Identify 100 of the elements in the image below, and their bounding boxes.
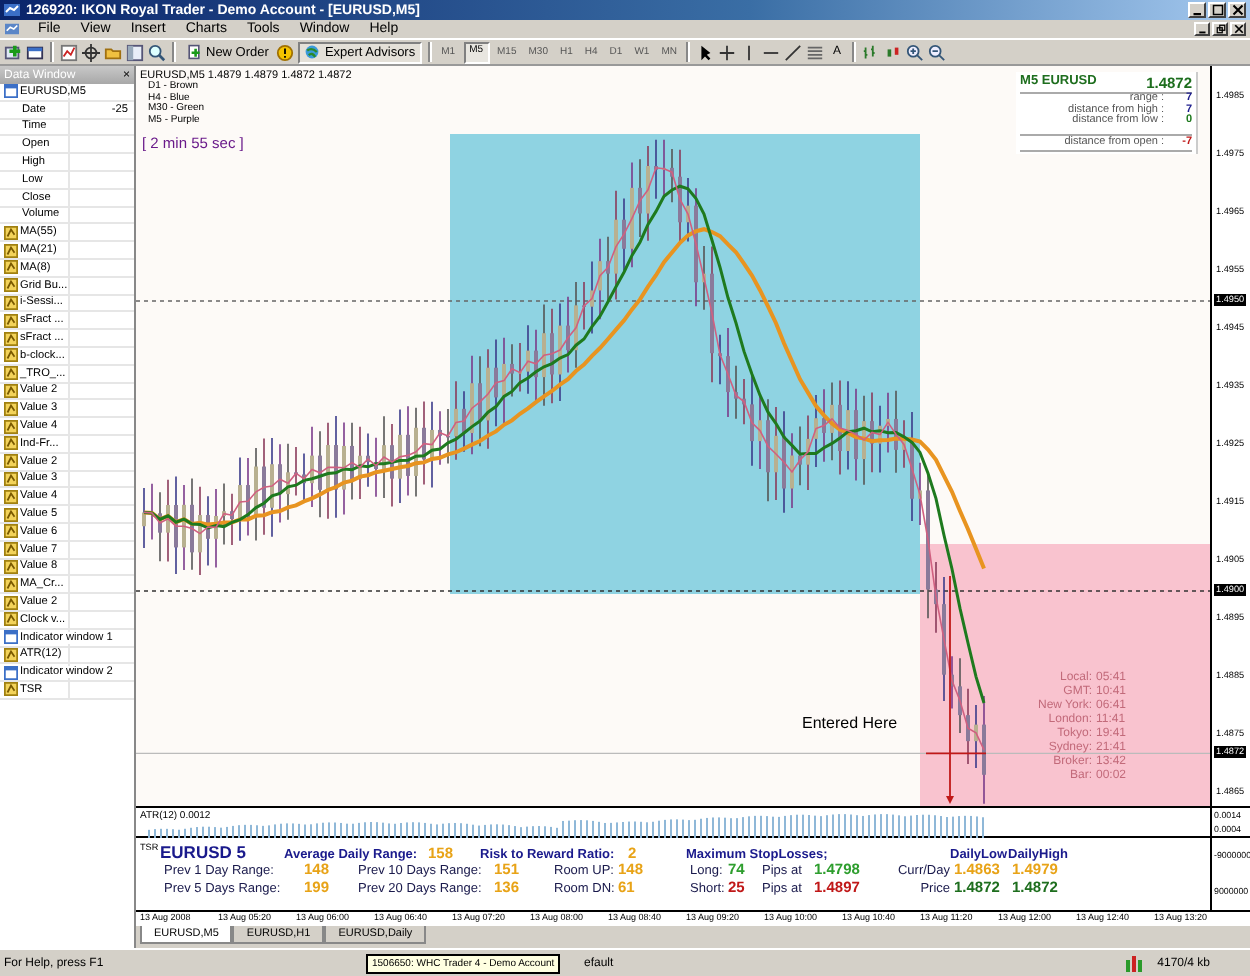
candlestick [966,687,970,765]
candlestick [734,364,738,420]
candlestick [454,380,458,461]
candlestick [350,421,354,501]
candlestick [294,446,298,497]
candlestick [422,400,426,486]
lines-icon[interactable] [806,43,825,61]
candlestick [806,414,810,491]
candlestick [222,482,226,546]
candlestick [686,177,690,243]
indicator-icon [4,682,18,697]
candlestick [246,457,250,537]
candlestick [166,478,170,563]
indicator-icon [4,401,18,416]
candlestick [878,404,882,474]
candlestick [438,410,442,466]
candlestick [574,281,578,369]
chart-icon[interactable] [4,22,20,36]
crosshair-icon[interactable] [718,43,737,61]
panel-title: EURUSD 5 [160,841,248,862]
candlestick [526,324,530,395]
warning-icon[interactable] [276,43,295,61]
minimize-button[interactable] [1194,22,1210,36]
close-button[interactable] [1228,2,1246,18]
candlestick [270,437,274,538]
crosshair-icon[interactable] [82,43,100,61]
zoom-in-icon[interactable] [905,43,923,61]
candlestick [446,408,450,465]
candlestick [886,392,890,454]
candlestick [582,281,586,331]
candlestick [934,561,938,634]
maximize-button[interactable] [1208,2,1226,18]
candlestick [670,148,674,203]
close-icon [1231,4,1243,16]
restore-button[interactable] [1212,22,1228,36]
candlestick [798,425,802,487]
candlestick [174,475,178,575]
candlestick [542,303,546,407]
candlestick [950,655,954,710]
candlestick [742,378,746,426]
candlestick [958,657,962,734]
candlestick [470,354,474,456]
candlestick [366,432,370,488]
candlestick [758,393,762,470]
plus-icon[interactable] [4,43,22,61]
candlestick [374,436,378,498]
minimize-button[interactable] [1188,2,1206,18]
candlestick [654,139,658,200]
candlestick [494,338,498,428]
candlestick [558,302,562,402]
indicator-icon [4,612,18,627]
close-button[interactable] [1230,22,1246,36]
candlestick [606,236,610,303]
candlestick [430,400,434,489]
bar-chart-icon[interactable] [861,43,879,61]
candlestick [678,149,682,244]
maximize-icon [1211,4,1223,16]
candlestick [478,355,482,447]
trend-line-icon[interactable] [784,43,803,61]
candlestick [774,406,778,501]
candlestick [254,447,258,542]
panel-icon[interactable] [126,43,144,61]
candlestick [286,442,290,521]
indicator-icon [4,647,18,662]
candlestick [142,487,146,549]
candlestick [846,380,850,471]
candlestick [406,405,410,497]
candle-chart-icon[interactable] [883,43,901,61]
chart-icon[interactable] [60,43,78,61]
candlestick [182,484,186,571]
candlestick [206,495,210,567]
document-plus-icon [186,44,202,60]
candlestick [238,456,242,542]
window-icon[interactable] [26,43,44,61]
candlestick [590,260,594,335]
candlestick [702,245,706,311]
magnifier-icon[interactable] [148,43,166,61]
candlestick [646,145,650,242]
candlestick [710,245,714,383]
candlestick [382,415,386,499]
candlestick [862,395,866,486]
candlestick [902,419,906,469]
annotation-text: Entered Here [802,714,898,732]
candlestick [550,307,554,404]
candlestick [310,425,314,508]
indicator-icon [4,489,18,504]
cursor-icon[interactable] [696,43,715,61]
candlestick [750,375,754,467]
candlestick [486,348,490,450]
indicator-icon [4,595,18,609]
candlestick [726,327,730,418]
candlestick [918,461,922,526]
indicator-icon [4,313,18,328]
candlestick [190,477,194,571]
close-icon [1233,24,1243,34]
zoom-out-icon[interactable] [927,43,945,61]
candlestick [510,343,514,398]
candlestick [334,415,338,519]
candlestick [502,336,506,426]
candlestick [982,695,986,805]
